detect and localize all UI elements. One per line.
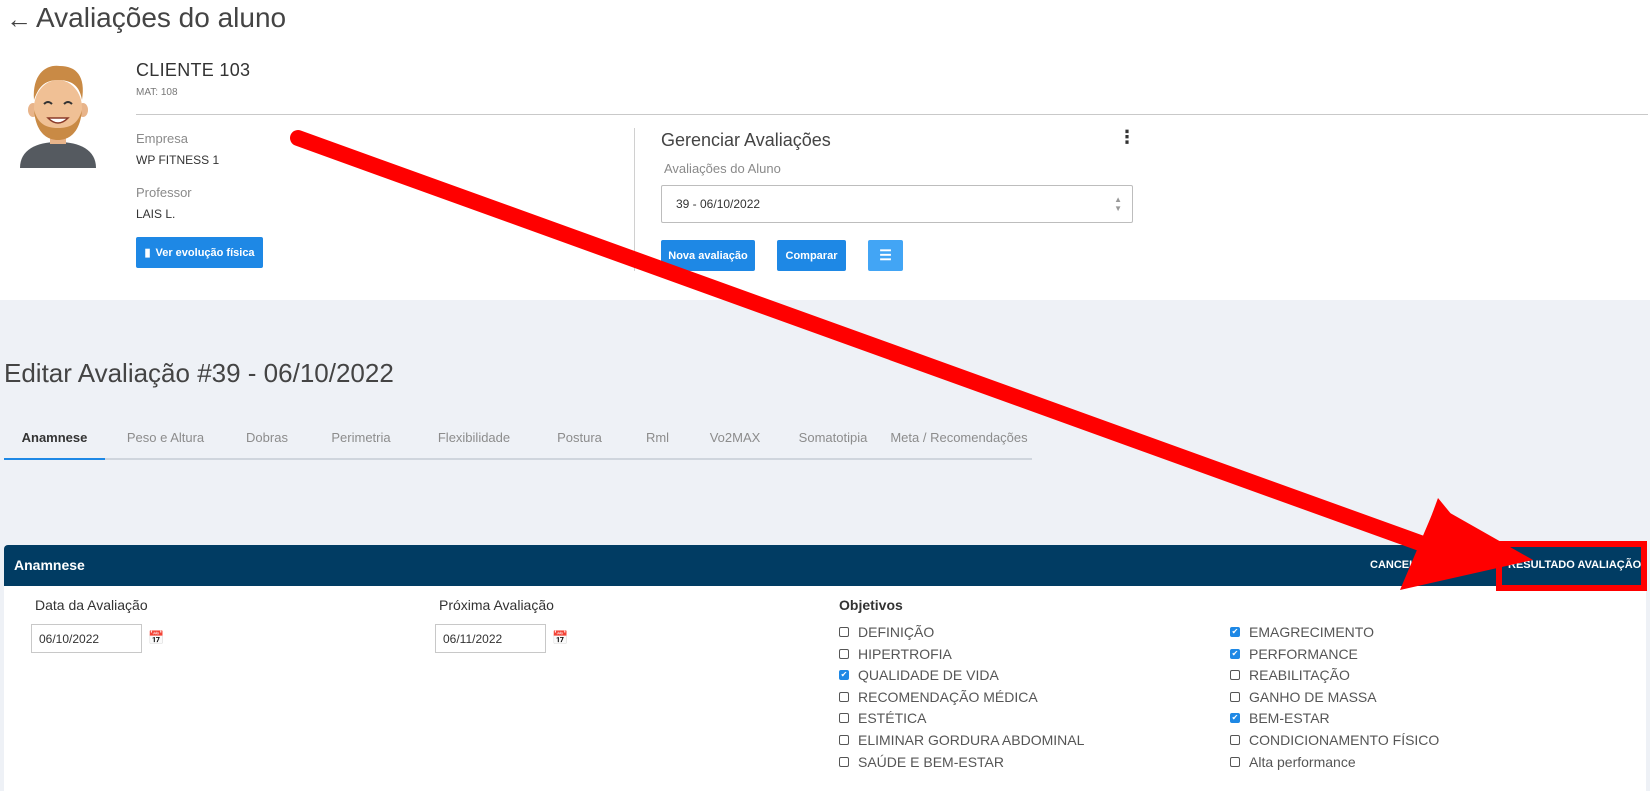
checkbox-checked-icon[interactable]: ✔ bbox=[1230, 648, 1240, 659]
gerenciar-title: Gerenciar Avaliações bbox=[661, 130, 831, 150]
list-icon[interactable]: ☰ bbox=[868, 240, 903, 271]
card-title: Anamnese bbox=[14, 557, 85, 573]
objetivo-checkbox[interactable]: ✔ QUALIDADE DE VIDA bbox=[839, 666, 999, 684]
avaliacoes-select[interactable]: 39 - 06/10/2022 ▲ ▼ bbox=[661, 185, 1133, 223]
objetivo-checkbox[interactable]: ✔ PERFORMANCE bbox=[1230, 645, 1358, 663]
objetivo-label: REABILITAÇÃO bbox=[1249, 667, 1350, 684]
tab-peso-altura[interactable]: Peso e Altura bbox=[105, 420, 226, 460]
objetivo-checkbox[interactable]: GANHO DE MASSA bbox=[1230, 688, 1377, 706]
objetivo-checkbox[interactable]: ✔ BEM-ESTAR bbox=[1230, 709, 1330, 727]
edit-title: Editar Avaliação #39 - 06/10/2022 bbox=[4, 358, 394, 388]
tab-anamnese[interactable]: Anamnese bbox=[4, 420, 105, 460]
cancelar-button[interactable]: CANCELAR bbox=[1370, 559, 1432, 571]
objetivo-checkbox[interactable]: ESTÉTICA bbox=[839, 709, 926, 727]
data-avaliacao-label: Data da Avaliação bbox=[35, 597, 148, 613]
tab-bar: Anamnese Peso e Altura Dobras Perimetria… bbox=[4, 420, 1032, 460]
page-title: Avaliações do aluno bbox=[36, 2, 287, 33]
avaliacoes-label: Avaliações do Aluno bbox=[664, 161, 781, 176]
checkbox-unchecked-icon[interactable] bbox=[839, 691, 849, 702]
checkbox-checked-icon[interactable]: ✔ bbox=[839, 670, 849, 681]
objetivo-checkbox[interactable]: Alta performance bbox=[1230, 753, 1356, 771]
top-panel: ← Avaliações do aluno CLIENTE 103 MAT: 1… bbox=[0, 0, 1650, 300]
checkbox-checked-icon[interactable]: ✔ bbox=[1230, 627, 1240, 637]
professor-label: Professor bbox=[136, 185, 192, 200]
client-name: CLIENTE 103 bbox=[136, 60, 251, 80]
data-avaliacao-value: 06/10/2022 bbox=[39, 631, 100, 646]
checkbox-unchecked-icon[interactable] bbox=[1230, 756, 1240, 767]
tab-meta-recomendacoes[interactable]: Meta / Recomendações bbox=[886, 420, 1032, 460]
objetivo-label: HIPERTROFIA bbox=[858, 645, 952, 662]
tab-dobras[interactable]: Dobras bbox=[226, 420, 308, 460]
objetivo-label: Alta performance bbox=[1249, 753, 1356, 770]
objetivo-checkbox[interactable]: ELIMINAR GORDURA ABDOMINAL bbox=[839, 731, 1084, 749]
proxima-avaliacao-value: 06/11/2022 bbox=[443, 631, 503, 646]
objetivo-checkbox[interactable]: RECOMENDAÇÃO MÉDICA bbox=[839, 688, 1038, 706]
ver-evolucao-button[interactable]: ▮ Ver evolução física bbox=[136, 237, 263, 268]
proxima-avaliacao-label: Próxima Avaliação bbox=[439, 597, 554, 613]
checkbox-checked-icon[interactable]: ✔ bbox=[1230, 713, 1240, 724]
tab-rml[interactable]: Rml bbox=[625, 420, 690, 460]
tab-perimetria[interactable]: Perimetria bbox=[308, 420, 414, 460]
objetivo-label: GANHO DE MASSA bbox=[1249, 688, 1377, 705]
objetivo-checkbox[interactable]: CONDICIONAMENTO FÍSICO bbox=[1230, 731, 1439, 749]
empresa-label: Empresa bbox=[136, 131, 189, 146]
tab-vo2max[interactable]: Vo2MAX bbox=[690, 420, 780, 460]
tab-flexibilidade[interactable]: Flexibilidade bbox=[414, 420, 534, 460]
salvar-button[interactable]: SALVAR bbox=[1447, 559, 1491, 571]
avaliacoes-selected-value: 39 - 06/10/2022 bbox=[676, 197, 761, 211]
checkbox-unchecked-icon[interactable] bbox=[1230, 670, 1240, 681]
calendar-icon[interactable]: 📅 bbox=[148, 630, 164, 646]
anamnese-card-header: Anamnese CANCELAR SALVAR RESULTADO AVALI… bbox=[4, 545, 1646, 586]
professor-value: LAIS L. bbox=[136, 207, 176, 221]
annotation-highlight-box bbox=[1496, 541, 1647, 591]
more-options-icon[interactable]: ⋮ bbox=[1118, 128, 1136, 146]
objetivo-label: PERFORMANCE bbox=[1249, 645, 1358, 662]
objetivos-title: Objetivos bbox=[839, 597, 903, 613]
checkbox-unchecked-icon[interactable] bbox=[1230, 735, 1240, 745]
client-mat: MAT: 108 bbox=[136, 87, 178, 98]
checkbox-unchecked-icon[interactable] bbox=[839, 735, 849, 745]
avatar bbox=[20, 65, 96, 168]
objetivo-checkbox[interactable]: ✔ EMAGRECIMENTO bbox=[1230, 623, 1374, 641]
objetivo-label: ELIMINAR GORDURA ABDOMINAL bbox=[858, 732, 1085, 748]
proxima-avaliacao-input[interactable]: 06/11/2022 bbox=[435, 624, 546, 653]
divider bbox=[136, 114, 1648, 115]
checkbox-unchecked-icon[interactable] bbox=[839, 648, 849, 659]
arrow-left-icon[interactable]: ← bbox=[6, 4, 32, 34]
select-updown-icon: ▲ ▼ bbox=[1114, 195, 1122, 213]
nova-avaliacao-button[interactable]: Nova avaliação bbox=[661, 240, 755, 271]
bar-chart-icon: ▮ bbox=[144, 247, 151, 259]
objetivo-checkbox[interactable]: HIPERTROFIA bbox=[839, 645, 952, 663]
anamnese-card-body bbox=[4, 586, 1646, 791]
checkbox-unchecked-icon[interactable] bbox=[839, 627, 849, 637]
vertical-divider bbox=[634, 128, 635, 271]
data-avaliacao-input[interactable]: 06/10/2022 bbox=[31, 624, 142, 653]
objetivo-label: EMAGRECIMENTO bbox=[1249, 624, 1374, 640]
objetivo-label: ESTÉTICA bbox=[858, 710, 927, 727]
tab-somatotipia[interactable]: Somatotipia bbox=[780, 420, 886, 460]
ver-evolucao-label: Ver evolução física bbox=[155, 246, 255, 259]
objetivo-label: QUALIDADE DE VIDA bbox=[858, 667, 999, 684]
checkbox-unchecked-icon[interactable] bbox=[1230, 691, 1240, 702]
tab-postura[interactable]: Postura bbox=[534, 420, 625, 460]
objetivo-label: DEFINIÇÃO bbox=[858, 624, 935, 640]
objetivo-checkbox[interactable]: DEFINIÇÃO bbox=[839, 623, 934, 641]
checkbox-unchecked-icon[interactable] bbox=[839, 756, 849, 767]
checkbox-unchecked-icon[interactable] bbox=[839, 713, 849, 724]
objetivo-label: SAÚDE E BEM-ESTAR bbox=[858, 753, 1004, 770]
objetivo-label: BEM-ESTAR bbox=[1249, 710, 1330, 727]
objetivo-checkbox[interactable]: REABILITAÇÃO bbox=[1230, 666, 1350, 684]
comparar-button[interactable]: Comparar bbox=[777, 240, 846, 271]
empresa-value: WP FITNESS 1 bbox=[136, 153, 220, 167]
objetivo-label: CONDICIONAMENTO FÍSICO bbox=[1249, 732, 1440, 748]
calendar-icon[interactable]: 📅 bbox=[552, 630, 568, 646]
objetivo-label: RECOMENDAÇÃO MÉDICA bbox=[858, 688, 1038, 705]
objetivo-checkbox[interactable]: SAÚDE E BEM-ESTAR bbox=[839, 753, 1004, 771]
